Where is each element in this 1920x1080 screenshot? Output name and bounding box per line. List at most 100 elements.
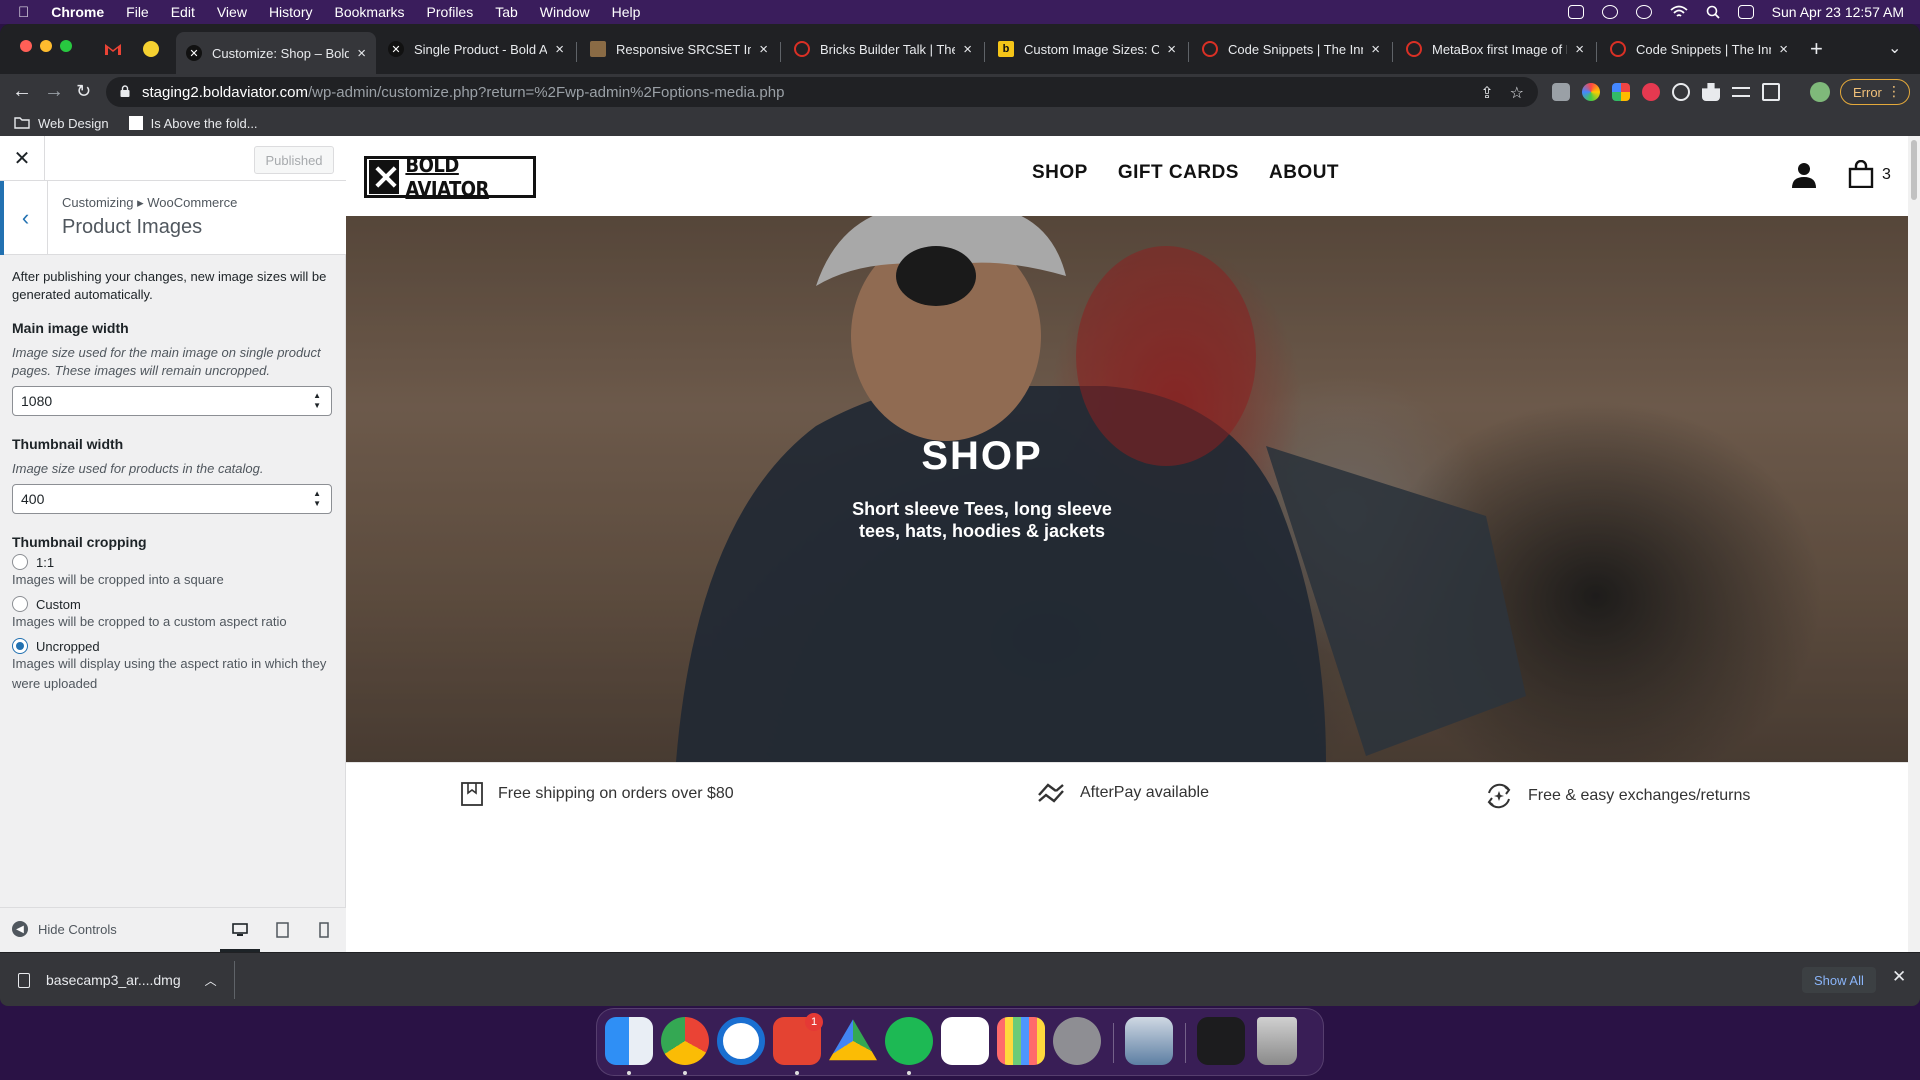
wifi-icon[interactable] (1670, 5, 1688, 19)
menu-profiles[interactable]: Profiles (427, 4, 474, 20)
profile-error-button[interactable]: Error ⋮ (1840, 79, 1910, 105)
reload-button[interactable]: ↻ (76, 81, 91, 101)
chrome-icon[interactable] (661, 1017, 709, 1065)
menu-window[interactable]: Window (540, 4, 590, 20)
lock-icon[interactable] (120, 85, 130, 97)
new-tab-button[interactable]: + (1810, 38, 1823, 60)
close-tab-icon[interactable]: × (759, 41, 768, 58)
recorder-extension-icon[interactable] (1642, 83, 1660, 101)
forward-button[interactable]: → (44, 81, 64, 101)
tab-responsive-srcset[interactable]: Responsive SRCSET Ima × (580, 32, 778, 66)
chevron-up-icon[interactable]: ︿ (205, 972, 217, 989)
back-to-section-button[interactable]: ‹ (0, 181, 48, 255)
control-center-icon[interactable] (1737, 5, 1754, 19)
share-icon[interactable]: ⇪ (1480, 83, 1493, 103)
close-window-button[interactable] (20, 40, 32, 52)
launchpad-icon[interactable] (997, 1017, 1045, 1065)
close-tab-icon[interactable]: × (357, 45, 366, 62)
nav-shop[interactable]: SHOP (1032, 162, 1088, 184)
more-menu-icon[interactable]: ⋮ (1887, 83, 1901, 100)
shopping-bag-icon[interactable] (1848, 160, 1874, 188)
play-icon[interactable] (1635, 5, 1652, 19)
publish-button[interactable]: Published (254, 146, 334, 174)
tab-custom-image-sizes[interactable]: b Custom Image Sizes: Ch × (988, 32, 1186, 66)
pinned-tab-gmail[interactable] (100, 36, 126, 62)
preview-mobile-button[interactable] (314, 920, 334, 940)
hide-controls-button[interactable]: ◀ Hide Controls (12, 921, 117, 937)
radio-uncropped[interactable] (12, 638, 28, 654)
scrollbar-thumb[interactable] (1911, 140, 1917, 200)
tab-single-product[interactable]: ✕ Single Product - Bold Av × (378, 32, 574, 66)
google-drive-icon[interactable] (829, 1019, 877, 1061)
puzzle-extensions-icon[interactable] (1702, 83, 1720, 101)
menu-history[interactable]: History (269, 4, 313, 20)
system-settings-icon[interactable] (1053, 1017, 1101, 1065)
menu-file[interactable]: File (126, 4, 149, 20)
bookmark-folder-web-design[interactable]: Web Design (14, 116, 109, 131)
side-panel-icon[interactable] (1762, 83, 1780, 101)
grammar-extension-icon[interactable] (1672, 83, 1690, 101)
menu-help[interactable]: Help (612, 4, 641, 20)
bookmark-star-icon[interactable]: ☆ (1510, 83, 1524, 103)
nav-gift-cards[interactable]: GIFT CARDS (1118, 162, 1239, 184)
preview-desktop-button[interactable] (220, 920, 260, 952)
main-image-width-input[interactable]: 1080 ▲ ▼ (12, 386, 332, 416)
number-stepper-icon[interactable]: ▲ ▼ (313, 391, 321, 411)
clock[interactable]: Sun Apr 23 12:57 AM (1772, 4, 1904, 20)
close-tab-icon[interactable]: × (555, 41, 564, 58)
1password-icon[interactable] (717, 1017, 765, 1065)
download-item[interactable]: basecamp3_ar....dmg ︿ (18, 953, 217, 1006)
screen-capture-icon[interactable] (1197, 1017, 1245, 1065)
menu-bookmarks[interactable]: Bookmarks (335, 4, 405, 20)
tab-metabox[interactable]: MetaBox first Image of In × (1396, 32, 1594, 66)
trash-icon[interactable] (1257, 1017, 1297, 1065)
address-bar[interactable]: staging2.boldaviator.com/wp-admin/custom… (106, 77, 1538, 107)
extension-icon[interactable] (1552, 83, 1570, 101)
close-tab-icon[interactable]: × (1575, 41, 1584, 58)
close-tab-icon[interactable]: × (963, 41, 972, 58)
text-input-icon[interactable] (1567, 5, 1584, 19)
show-all-downloads-button[interactable]: Show All (1802, 967, 1876, 993)
cropping-option-uncropped[interactable]: Uncropped (12, 638, 334, 654)
freeform-icon[interactable] (941, 1017, 989, 1065)
google-extension-icon[interactable] (1612, 83, 1630, 101)
preview-icon[interactable] (1125, 1017, 1173, 1065)
close-tab-icon[interactable]: × (1779, 41, 1788, 58)
close-customizer-button[interactable]: ✕ (0, 136, 45, 181)
spotify-icon[interactable] (885, 1017, 933, 1065)
tab-customize-shop[interactable]: ✕ Customize: Shop – Bold × (176, 32, 376, 74)
at-sign-icon[interactable] (1601, 5, 1618, 19)
preview-tablet-button[interactable] (272, 920, 292, 940)
menu-app-name[interactable]: Chrome (51, 4, 104, 20)
reading-list-icon[interactable] (1732, 87, 1750, 97)
nav-about[interactable]: ABOUT (1269, 162, 1339, 184)
color-picker-extension-icon[interactable] (1582, 83, 1600, 101)
cropping-option-1-1[interactable]: 1:1 (12, 554, 334, 570)
minimize-window-button[interactable] (40, 40, 52, 52)
cart-count[interactable]: 3 (1882, 166, 1891, 184)
close-tab-icon[interactable]: × (1371, 41, 1380, 58)
close-tab-icon[interactable]: × (1167, 41, 1176, 58)
tab-search-chevron-icon[interactable]: ⌄ (1888, 38, 1901, 58)
profile-avatar[interactable] (1810, 82, 1830, 102)
preview-scrollbar[interactable] (1908, 136, 1920, 952)
tab-bricks-builder[interactable]: Bricks Builder Talk | The × (784, 32, 982, 66)
zoom-window-button[interactable] (60, 40, 72, 52)
finder-icon[interactable] (605, 1017, 653, 1065)
menu-view[interactable]: View (217, 4, 247, 20)
spotlight-search-icon[interactable] (1706, 5, 1720, 19)
pinned-tab-basecamp[interactable] (138, 36, 164, 62)
apple-menu-icon[interactable]:  (18, 4, 29, 21)
tab-code-snippets-1[interactable]: Code Snippets | The Inn × (1192, 32, 1390, 66)
radio-custom[interactable] (12, 596, 28, 612)
cropping-option-custom[interactable]: Custom (12, 596, 334, 612)
menu-edit[interactable]: Edit (171, 4, 195, 20)
close-download-bar-icon[interactable]: ✕ (1892, 967, 1906, 987)
tab-code-snippets-2[interactable]: Code Snippets | The Inn × (1600, 32, 1798, 66)
back-button[interactable]: ← (12, 81, 32, 101)
number-stepper-icon[interactable]: ▲ ▼ (313, 489, 321, 509)
radio-1-1[interactable] (12, 554, 28, 570)
bookmark-above-the-fold[interactable]: Is Above the fold... (128, 116, 258, 131)
thumbnail-width-input[interactable]: 400 ▲ ▼ (12, 484, 332, 514)
site-logo[interactable]: BOLD AVIATOR (364, 153, 536, 201)
